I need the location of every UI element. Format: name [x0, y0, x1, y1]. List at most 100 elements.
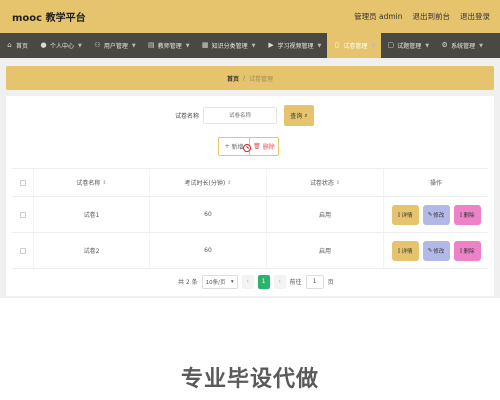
nav-item-users[interactable]: ⚇ 用户管理 ▼ [88, 33, 142, 58]
not-allowed-cursor-icon [243, 144, 251, 152]
table-row: 试卷1 60 启用 ▯ 详情 ✎ 修改 ▯ 删除 [12, 197, 488, 233]
trash-icon: 🗑 [253, 143, 261, 150]
table-row: 试卷2 60 启用 ▯ 详情 ✎ 修改 ▯ 删除 [12, 233, 488, 269]
next-page-button[interactable]: › [273, 274, 286, 289]
nav-item-profile[interactable]: ● 个人中心 ▼ [34, 33, 88, 58]
nav-item-system[interactable]: ⚙ 系统管理 ▼ [435, 33, 489, 58]
column-header-actions: 操作 [384, 169, 488, 196]
trash-icon: ▯ [459, 211, 463, 218]
status-cell: 启用 [267, 197, 384, 232]
select-all-checkbox[interactable] [19, 179, 26, 186]
chevron-down-icon: ▾ [230, 278, 234, 285]
nav-label: 个人中心 [50, 43, 75, 50]
detail-button[interactable]: ▯ 详情 [391, 240, 419, 261]
breadcrumb-separator: / [242, 74, 246, 82]
paper-name-cell: 试卷1 [34, 197, 150, 232]
chevron-down-icon: ▼ [317, 42, 322, 49]
search-input[interactable] [203, 107, 277, 124]
video-icon: ▶ [268, 41, 274, 49]
row-actions-cell: ▯ 详情 ✎ 修改 ▯ 删除 [384, 233, 488, 268]
page-size-value: 10条/页 [205, 279, 226, 286]
column-header-status[interactable]: 试卷状态 ⇕ [267, 169, 384, 196]
delete-button[interactable]: ▯ 删除 [453, 240, 481, 261]
breadcrumb-current: 试卷管理 [249, 75, 274, 83]
settings-icon: ⚙ [441, 41, 448, 49]
teacher-icon: ▤ [147, 41, 155, 49]
category-icon: ▦ [201, 41, 209, 49]
page-number-current[interactable]: 1 [257, 274, 270, 289]
watermark-text: 专业毕设代做 [180, 367, 319, 392]
nav-item-teachers[interactable]: ▤ 教师管理 ▼ [142, 33, 196, 58]
detail-label: 详情 [401, 212, 413, 219]
goto-page-input[interactable]: 1 [305, 274, 324, 289]
detail-icon: ▯ [397, 247, 401, 254]
duration-cell: 60 [150, 197, 267, 232]
delete-button-label: 删除 [262, 144, 275, 151]
column-header-label: 试卷名称 [76, 180, 101, 187]
nav-label: 学习视频管理 [277, 43, 314, 50]
users-icon: ⚇ [94, 41, 101, 49]
breadcrumb-home[interactable]: 首页 [227, 74, 239, 83]
nav-label: 教师管理 [157, 43, 182, 50]
edit-label: 修改 [433, 248, 445, 255]
column-header-name[interactable]: 试卷名称 ⇕ [34, 169, 150, 196]
add-button-label: 新增 [231, 144, 244, 151]
chevron-down-icon: ▼ [131, 42, 136, 49]
main-nav: ⌂ 首页 ● 个人中心 ▼ ⚇ 用户管理 ▼ ▤ 教师管理 ▼ ▦ 知识分类管理… [0, 33, 500, 58]
page-suffix: 页 [327, 279, 334, 286]
edit-label: 修改 [433, 212, 445, 219]
delete-label: 删除 [463, 248, 475, 255]
row-checkbox[interactable] [19, 211, 26, 218]
edit-button[interactable]: ✎ 修改 [422, 240, 450, 261]
table-header-row: 试卷名称 ⇕ 考试时长(分钟) ⇕ 试卷状态 ⇕ 操作 [12, 168, 488, 197]
paper-name-cell: 试卷2 [34, 233, 150, 268]
total-count: 共 2 条 [178, 279, 198, 286]
nav-label: 试卷管理 [343, 43, 368, 50]
sort-icon: ⇕ [227, 179, 232, 186]
to-frontend-link[interactable]: 退出到前台 [413, 11, 451, 22]
chevron-down-icon: ▼ [371, 42, 376, 49]
top-header: mooc 教学平台 管理员 admin 退出到前台 退出登录 [0, 0, 500, 33]
row-actions-cell: ▯ 详情 ✎ 修改 ▯ 删除 [384, 197, 488, 232]
detail-button[interactable]: ▯ 详情 [391, 204, 419, 225]
user-icon: ● [40, 41, 47, 49]
column-header-duration[interactable]: 考试时长(分钟) ⇕ [150, 169, 267, 196]
search-button[interactable]: 查询 ⌕ [284, 105, 314, 126]
batch-delete-button[interactable]: 🗑 删除 [249, 137, 279, 156]
chevron-down-icon: ▼ [185, 42, 190, 49]
nav-item-home[interactable]: ⌂ 首页 [0, 33, 34, 58]
nav-item-questions[interactable]: ▢ 试题管理 ▼ [381, 33, 435, 58]
chevron-down-icon: ▼ [251, 42, 256, 49]
detail-label: 详情 [401, 248, 413, 255]
nav-item-videos[interactable]: ▶ 学习视频管理 ▼ [262, 33, 328, 58]
paper-icon: ▯ [334, 41, 339, 49]
nav-label: 试题管理 [397, 43, 422, 50]
papers-table: 试卷名称 ⇕ 考试时长(分钟) ⇕ 试卷状态 ⇕ 操作 试卷1 60 启用 ▯ 详情 ✎… [12, 168, 488, 269]
sort-icon: ⇕ [335, 179, 341, 186]
prev-page-button[interactable]: ‹ [241, 274, 254, 289]
edit-icon: ✎ [427, 247, 433, 254]
edit-icon: ✎ [427, 211, 433, 218]
plus-icon: + [224, 143, 230, 150]
logout-link[interactable]: 退出登录 [460, 11, 490, 22]
nav-item-categories[interactable]: ▦ 知识分类管理 ▼ [196, 33, 262, 58]
delete-button[interactable]: ▯ 删除 [453, 204, 481, 225]
page-size-select[interactable]: 10条/页 ▾ [201, 274, 238, 289]
column-header-label: 操作 [429, 180, 442, 187]
row-checkbox[interactable] [19, 247, 26, 254]
select-all-cell [12, 169, 34, 196]
chevron-down-icon: ▼ [425, 42, 430, 49]
trash-icon: ▯ [459, 247, 463, 254]
edit-button[interactable]: ✎ 修改 [422, 204, 450, 225]
column-header-label: 试卷状态 [309, 180, 334, 187]
nav-label: 系统管理 [451, 43, 476, 50]
admin-label: 管理员 admin [354, 12, 403, 21]
duration-cell: 60 [150, 233, 267, 268]
app-title: mooc 教学平台 [12, 13, 86, 24]
search-label: 试卷名称 [175, 113, 200, 120]
nav-label: 知识分类管理 [211, 43, 248, 50]
nav-item-papers[interactable]: ▯ 试卷管理 ▼ [327, 33, 382, 58]
detail-icon: ▯ [397, 211, 401, 218]
nav-label: 首页 [16, 43, 29, 50]
row-select-cell [12, 197, 34, 232]
